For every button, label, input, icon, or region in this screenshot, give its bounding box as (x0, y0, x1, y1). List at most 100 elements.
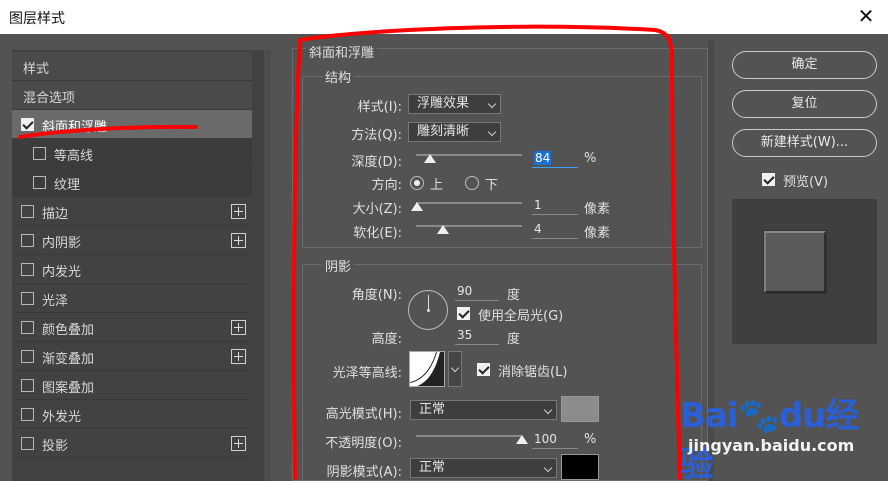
texture-checkbox[interactable] (33, 176, 46, 189)
size-slider-track[interactable] (416, 202, 522, 204)
gradient-overlay-checkbox[interactable] (21, 350, 34, 363)
size-slider-thumb[interactable] (411, 202, 424, 211)
technique-value: 雕刻清晰 (417, 124, 470, 139)
soften-slider-track[interactable] (416, 225, 522, 227)
shadow-mode-select[interactable]: 正常 (410, 458, 557, 478)
outer-glow-checkbox[interactable] (21, 408, 34, 421)
contour-item[interactable]: 等高线 (12, 139, 252, 168)
depth-unit: % (584, 151, 597, 166)
add-inner-shadow-icon[interactable] (231, 233, 246, 248)
shading-title: 阴影 (322, 256, 355, 275)
size-input[interactable]: 1 (532, 197, 578, 215)
technique-select[interactable]: 雕刻清晰 (408, 122, 501, 142)
altitude-input[interactable]: 35 (455, 327, 499, 345)
drop-shadow-item[interactable]: 投影 (12, 429, 252, 458)
drop-shadow-checkbox[interactable] (21, 437, 34, 450)
bevel-emboss-panel: 斜面和浮雕 结构 样式(I): 浮雕效果 方法(Q): 雕刻清晰 深度(D): … (292, 40, 714, 481)
gloss-contour-dropdown[interactable] (448, 351, 462, 387)
chevron-down-icon (487, 99, 497, 109)
direction-down-label: 下 (485, 178, 499, 193)
shadow-mode-value: 正常 (419, 460, 446, 475)
highlight-color-swatch[interactable] (561, 396, 599, 422)
structure-title: 结构 (322, 67, 355, 86)
color-overlay-item[interactable]: 颜色叠加 (12, 313, 252, 342)
shadow-mode-label: 阴影模式(A): (326, 465, 402, 480)
inner-shadow-checkbox[interactable] (21, 234, 34, 247)
opacity-slider-thumb[interactable] (516, 435, 528, 444)
inner-glow-item[interactable]: 内发光 (12, 255, 252, 284)
soften-unit: 像素 (584, 226, 611, 241)
reset-button[interactable]: 复位 (732, 90, 877, 118)
contour-curve-icon (410, 352, 444, 386)
list-item-label: 描边 (42, 207, 69, 222)
direction-down-radio[interactable] (465, 176, 479, 190)
inner-shadow-item[interactable]: 内阴影 (12, 226, 252, 255)
antialias-checkbox[interactable] (477, 363, 490, 376)
size-unit: 像素 (584, 202, 611, 217)
inner-glow-checkbox[interactable] (21, 263, 34, 276)
gloss-contour-label: 光泽等高线: (332, 366, 402, 381)
add-stroke-icon[interactable] (231, 204, 246, 219)
style-label: 样式(I): (357, 100, 402, 115)
section-title: 斜面和浮雕 (306, 42, 378, 61)
baidu-logo: Bai🐾du经验 (680, 396, 859, 481)
preview-checkbox[interactable] (762, 173, 775, 186)
blending-options-item[interactable]: 混合选项 (12, 81, 252, 110)
opacity-slider-track[interactable] (416, 435, 522, 437)
chevron-down-icon (543, 405, 553, 415)
global-light-label: 使用全局光(G) (478, 309, 564, 324)
depth-slider-thumb[interactable] (424, 154, 437, 163)
opacity-value: 100 (534, 432, 557, 446)
angle-value: 90 (457, 284, 473, 298)
soften-slider-thumb[interactable] (436, 225, 449, 234)
size-value: 1 (534, 198, 542, 212)
depth-input[interactable]: 84 (532, 150, 578, 168)
texture-item[interactable]: 纹理 (12, 168, 252, 197)
satin-item[interactable]: 光泽 (12, 284, 252, 313)
bevel-emboss-checkbox[interactable] (21, 118, 34, 131)
opacity-input[interactable]: 100 (532, 431, 578, 449)
highlight-mode-select[interactable]: 正常 (410, 400, 557, 420)
add-drop-shadow-icon[interactable] (231, 436, 246, 451)
pattern-overlay-item[interactable]: 图案叠加 (12, 371, 252, 400)
satin-checkbox[interactable] (21, 292, 34, 305)
styles-header[interactable]: 样式 (12, 52, 252, 81)
watermark-url: jingyan.baidu.com (688, 436, 855, 455)
altitude-value: 35 (457, 328, 473, 342)
depth-value: 84 (534, 151, 552, 165)
direction-up-radio[interactable] (410, 176, 424, 190)
new-style-button[interactable]: 新建样式(W)... (732, 129, 877, 157)
angle-unit: 度 (507, 288, 521, 303)
global-light-checkbox[interactable] (457, 307, 470, 320)
chevron-down-icon (543, 463, 553, 473)
pattern-overlay-checkbox[interactable] (21, 379, 34, 392)
stroke-checkbox[interactable] (21, 205, 34, 218)
gloss-contour-preview[interactable] (409, 351, 445, 387)
gradient-overlay-item[interactable]: 渐变叠加 (12, 342, 252, 371)
add-gradient-overlay-icon[interactable] (231, 349, 246, 364)
technique-label: 方法(Q): (351, 128, 402, 143)
preview-label: 预览(V) (783, 175, 829, 190)
angle-wheel[interactable] (408, 290, 448, 330)
add-color-overlay-icon[interactable] (231, 320, 246, 335)
soften-label: 软化(E): (353, 226, 402, 241)
stroke-item[interactable]: 描边 (12, 197, 252, 226)
angle-input[interactable]: 90 (455, 283, 499, 301)
bevel-emboss-item[interactable]: 斜面和浮雕 (12, 110, 252, 139)
color-overlay-checkbox[interactable] (21, 321, 34, 334)
ok-button[interactable]: 确定 (732, 51, 877, 79)
preview-swatch (764, 231, 826, 293)
contour-checkbox[interactable] (33, 147, 46, 160)
soften-input[interactable]: 4 (532, 221, 578, 239)
close-icon[interactable]: ✕ (854, 4, 878, 28)
style-value: 浮雕效果 (417, 96, 470, 111)
shadow-color-swatch[interactable] (561, 454, 599, 480)
soften-value: 4 (534, 222, 542, 236)
list-item-label: 样式 (23, 62, 50, 77)
highlight-mode-value: 正常 (419, 402, 446, 417)
style-select[interactable]: 浮雕效果 (408, 94, 501, 114)
outer-glow-item[interactable]: 外发光 (12, 400, 252, 429)
opacity-unit: % (584, 432, 597, 447)
style-list-scrollbar[interactable] (264, 50, 271, 481)
style-preview (732, 199, 877, 344)
